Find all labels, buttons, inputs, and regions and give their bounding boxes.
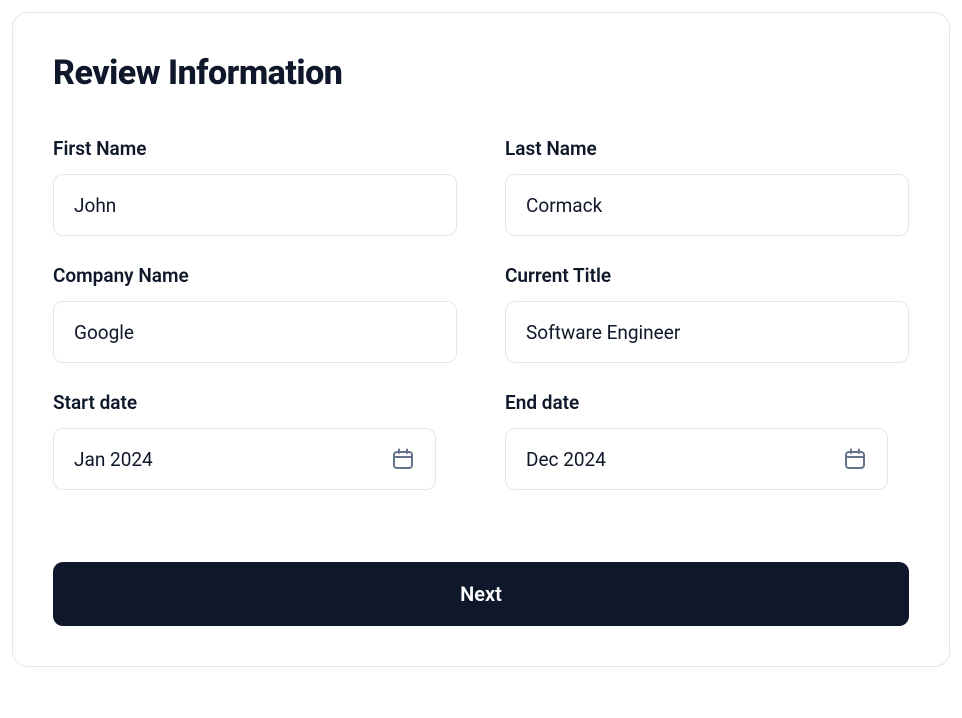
current-title-field: Current Title bbox=[505, 264, 909, 363]
form-grid: First Name Last Name Company Name Curren… bbox=[53, 137, 909, 490]
button-row: Next bbox=[53, 562, 909, 626]
end-date-label: End date bbox=[505, 391, 909, 414]
start-date-field: Start date Jan 2024 bbox=[53, 391, 457, 490]
calendar-icon bbox=[391, 447, 415, 471]
last-name-label: Last Name bbox=[505, 137, 909, 160]
company-name-input[interactable] bbox=[53, 301, 457, 363]
start-date-label: Start date bbox=[53, 391, 457, 414]
review-information-card: Review Information First Name Last Name … bbox=[12, 12, 950, 667]
end-date-input[interactable]: Dec 2024 bbox=[505, 428, 888, 490]
next-button[interactable]: Next bbox=[53, 562, 909, 626]
end-date-value: Dec 2024 bbox=[526, 448, 843, 471]
last-name-field: Last Name bbox=[505, 137, 909, 236]
current-title-label: Current Title bbox=[505, 264, 909, 287]
company-name-label: Company Name bbox=[53, 264, 457, 287]
start-date-input[interactable]: Jan 2024 bbox=[53, 428, 436, 490]
first-name-label: First Name bbox=[53, 137, 457, 160]
calendar-icon bbox=[843, 447, 867, 471]
page-title: Review Information bbox=[53, 53, 909, 93]
end-date-field: End date Dec 2024 bbox=[505, 391, 909, 490]
start-date-value: Jan 2024 bbox=[74, 448, 391, 471]
first-name-field: First Name bbox=[53, 137, 457, 236]
first-name-input[interactable] bbox=[53, 174, 457, 236]
last-name-input[interactable] bbox=[505, 174, 909, 236]
company-name-field: Company Name bbox=[53, 264, 457, 363]
current-title-input[interactable] bbox=[505, 301, 909, 363]
